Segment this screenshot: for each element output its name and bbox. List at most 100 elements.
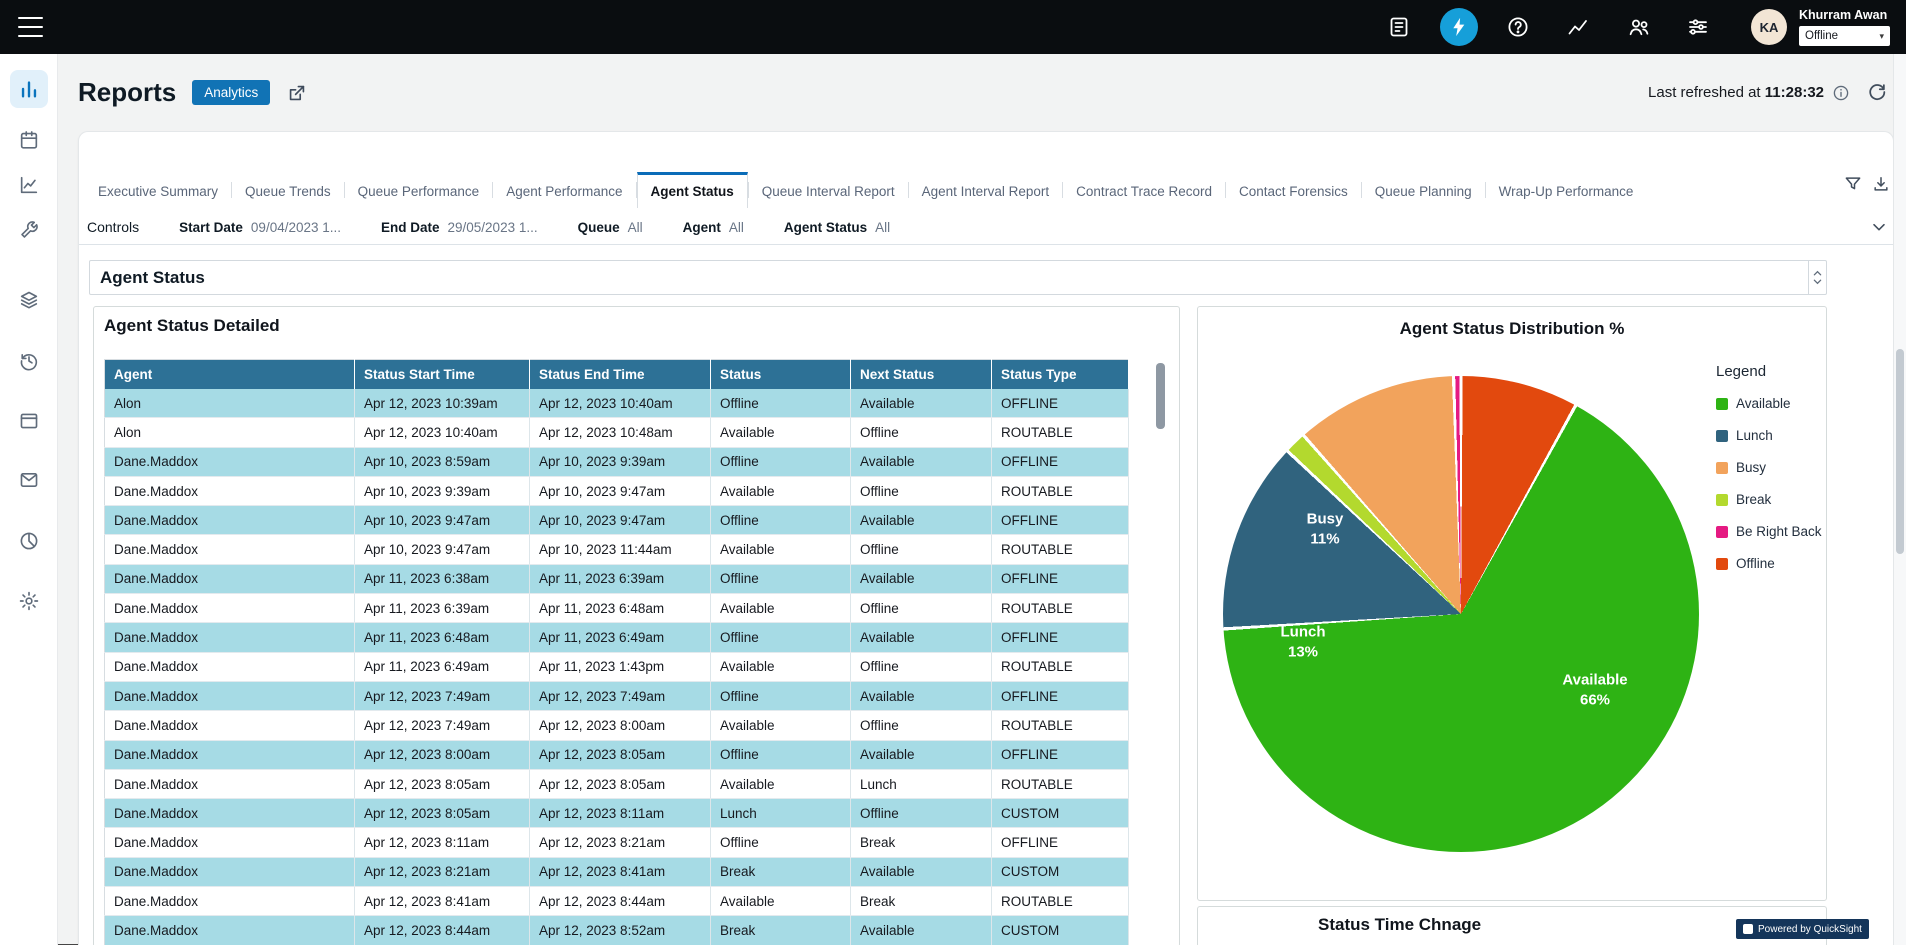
control-agent-status[interactable]: Agent StatusAll [784,220,890,235]
control-value[interactable]: All [875,220,890,235]
col-status-start-time[interactable]: Status Start Time [355,360,530,390]
nav-bar-chart[interactable] [10,70,48,108]
table-row[interactable]: Dane.MaddoxApr 12, 2023 8:05amApr 12, 20… [105,799,1129,828]
table-scrollbar-thumb[interactable] [1156,363,1165,429]
legend-break[interactable]: Break [1716,492,1826,507]
nav-line-chart[interactable] [10,166,48,204]
help-icon[interactable] [1506,15,1530,39]
col-status-end-time[interactable]: Status End Time [530,360,711,390]
tab-agent-interval-report[interactable]: Agent Interval Report [909,172,1063,208]
page-header: Reports Analytics [78,54,308,131]
tab-agent-status[interactable]: Agent Status [637,172,748,208]
quicksight-logo-icon [1743,924,1753,934]
note-icon[interactable] [1387,15,1411,39]
legend-lunch[interactable]: Lunch [1716,428,1826,443]
filter-icon[interactable] [1843,174,1863,194]
tab-queue-trends[interactable]: Queue Trends [232,172,344,208]
legend-label: Break [1736,492,1771,507]
table-row[interactable]: Dane.MaddoxApr 12, 2023 7:49amApr 12, 20… [105,681,1129,710]
bolt-icon[interactable] [1440,8,1478,46]
table-row[interactable]: AlonApr 12, 2023 10:40amApr 12, 2023 10:… [105,418,1129,447]
table-row[interactable]: Dane.MaddoxApr 11, 2023 6:49amApr 11, 20… [105,652,1129,681]
control-label: Agent [683,220,721,235]
table-cell: OFFLINE [992,740,1129,769]
nav-tools[interactable] [10,211,48,249]
col-status[interactable]: Status [711,360,851,390]
table-row[interactable]: Dane.MaddoxApr 12, 2023 7:49amApr 12, 20… [105,711,1129,740]
control-end-date[interactable]: End Date29/05/2023 1... [381,220,538,235]
tab-queue-planning[interactable]: Queue Planning [1362,172,1485,208]
nav-gear[interactable] [10,582,48,620]
tab-wrap-up-performance[interactable]: Wrap-Up Performance [1486,172,1647,208]
table-row[interactable]: Dane.MaddoxApr 11, 2023 6:48amApr 11, 20… [105,623,1129,652]
legend-available[interactable]: Available [1716,396,1826,411]
nav-layers[interactable] [10,281,48,319]
page-scrollbar[interactable] [1893,54,1906,945]
table-cell: Available [851,506,992,535]
table-cell: Apr 12, 2023 8:05am [355,799,530,828]
table-cell: Apr 11, 2023 6:48am [530,594,711,623]
refresh-icon[interactable] [1866,81,1888,103]
chevron-down-icon[interactable] [1869,217,1889,237]
control-agent[interactable]: Agent All [683,220,744,235]
table-row[interactable]: Dane.MaddoxApr 12, 2023 8:21amApr 12, 20… [105,857,1129,886]
legend-offline[interactable]: Offline [1716,556,1826,571]
legend-busy[interactable]: Busy [1716,460,1826,475]
table-cell: Dane.Maddox [105,828,355,857]
tab-queue-interval-report[interactable]: Queue Interval Report [749,172,908,208]
table-row[interactable]: Dane.MaddoxApr 10, 2023 9:47amApr 10, 20… [105,535,1129,564]
table-row[interactable]: Dane.MaddoxApr 12, 2023 8:11amApr 12, 20… [105,828,1129,857]
sheet-spinner[interactable] [1808,261,1826,294]
info-icon[interactable] [1832,84,1850,102]
table-row[interactable]: Dane.MaddoxApr 12, 2023 8:44amApr 12, 20… [105,916,1129,945]
hamburger-menu-button[interactable] [18,17,43,37]
external-link-icon[interactable] [286,82,308,104]
table-row[interactable]: Dane.MaddoxApr 12, 2023 8:00amApr 12, 20… [105,740,1129,769]
control-value[interactable]: 09/04/2023 1... [251,220,341,235]
nav-donut-chart[interactable] [10,522,48,560]
table-row[interactable]: Dane.MaddoxApr 11, 2023 6:39amApr 11, 20… [105,594,1129,623]
tab-contract-trace-record[interactable]: Contract Trace Record [1063,172,1225,208]
table-row[interactable]: Dane.MaddoxApr 10, 2023 8:59amApr 10, 20… [105,447,1129,476]
legend-be-right-back[interactable]: Be Right Back [1716,524,1826,539]
nav-calendar[interactable] [10,121,48,159]
tab-executive-summary[interactable]: Executive Summary [85,172,231,208]
table-row[interactable]: Dane.MaddoxApr 12, 2023 8:05amApr 12, 20… [105,769,1129,798]
col-status-type[interactable]: Status Type [992,360,1129,390]
download-icon[interactable] [1871,174,1891,194]
avatar[interactable]: KA [1751,9,1787,45]
nav-window[interactable] [10,402,48,440]
legend-label: Busy [1736,460,1766,475]
table-row[interactable]: Dane.MaddoxApr 12, 2023 8:41amApr 12, 20… [105,887,1129,916]
control-value[interactable]: All [628,220,643,235]
nav-mail[interactable] [10,461,48,499]
control-value[interactable]: All [729,220,744,235]
users-icon[interactable] [1627,15,1651,39]
table-cell: Apr 10, 2023 8:59am [355,447,530,476]
table-row[interactable]: AlonApr 12, 2023 10:39amApr 12, 2023 10:… [105,389,1129,418]
table-scrollbar[interactable] [1156,361,1165,945]
powered-by-quicksight-badge[interactable]: Powered by QuickSight [1736,919,1869,939]
table-cell: Apr 12, 2023 10:39am [355,389,530,418]
control-start-date[interactable]: Start Date09/04/2023 1... [179,220,341,235]
table-cell: Apr 10, 2023 9:47am [530,506,711,535]
user-status-select[interactable]: Offline ▾ [1799,26,1890,46]
table-row[interactable]: Dane.MaddoxApr 11, 2023 6:38amApr 11, 20… [105,564,1129,593]
table-cell: Dane.Maddox [105,447,355,476]
nav-history[interactable] [10,342,48,380]
tab-agent-performance[interactable]: Agent Performance [493,172,635,208]
metrics-icon[interactable] [1566,15,1590,39]
page-title: Reports [78,77,176,108]
tab-contact-forensics[interactable]: Contact Forensics [1226,172,1361,208]
tab-queue-performance[interactable]: Queue Performance [345,172,493,208]
sliders-icon[interactable] [1686,15,1710,39]
page-scrollbar-thumb[interactable] [1896,349,1904,554]
table-cell: Dane.Maddox [105,887,355,916]
col-agent[interactable]: Agent [105,360,355,390]
col-next-status[interactable]: Next Status [851,360,992,390]
control-queue[interactable]: QueueAll [578,220,643,235]
table-row[interactable]: Dane.MaddoxApr 10, 2023 9:39amApr 10, 20… [105,476,1129,505]
pie-chart[interactable] [1223,376,1699,852]
table-row[interactable]: Dane.MaddoxApr 10, 2023 9:47amApr 10, 20… [105,506,1129,535]
control-value[interactable]: 29/05/2023 1... [448,220,538,235]
